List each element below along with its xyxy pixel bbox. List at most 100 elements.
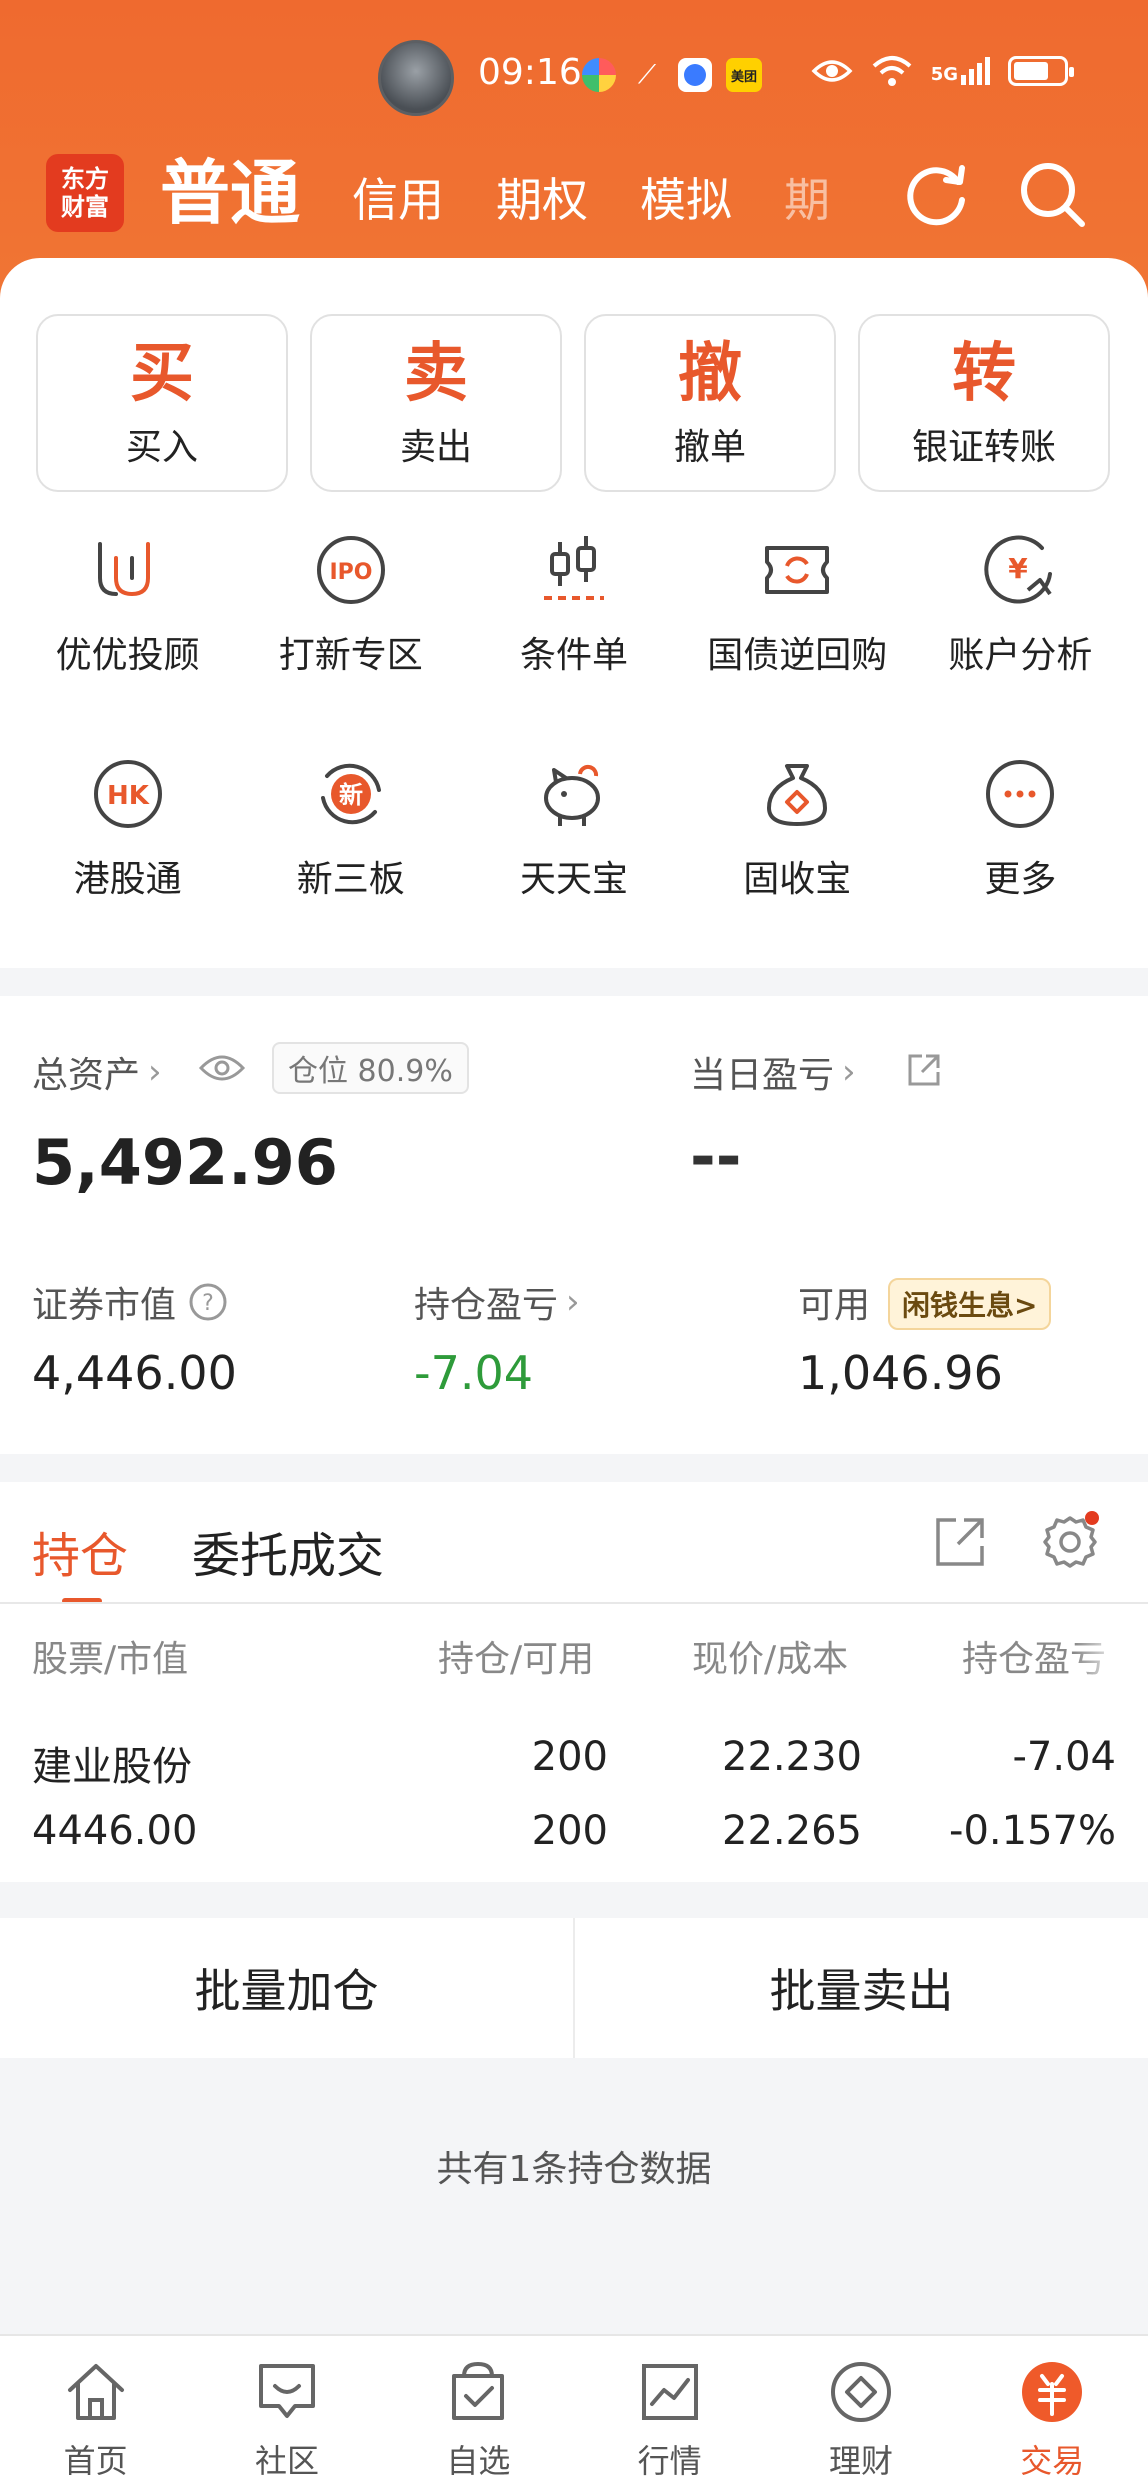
service-uu-advisor[interactable]: 优优投顾	[16, 528, 239, 752]
cancel-glyph: 撤	[678, 337, 742, 411]
stock-position: 200	[531, 1734, 608, 1780]
batch-actions: 批量加仓 批量卖出	[0, 1918, 1148, 2058]
svg-text:新: 新	[339, 781, 363, 809]
batch-sell-button[interactable]: 批量卖出	[575, 1918, 1148, 2058]
status-time: 09:16	[478, 52, 582, 93]
status-app-icons: ⟋ 美团	[582, 58, 762, 92]
market-value-label: 证券市值 ?	[32, 1276, 228, 1328]
wealth-icon	[830, 2362, 891, 2422]
share-icon[interactable]	[932, 1514, 988, 1570]
service-account-analysis[interactable]: ¥ 账户分析	[909, 528, 1132, 752]
col-stock-value: 股票/市值	[32, 1639, 189, 1680]
cancel-label: 撤单	[673, 427, 746, 468]
service-hk-connect[interactable]: HK 港股通	[16, 752, 239, 976]
available-value: 1,046.96	[798, 1346, 1003, 1400]
service-tiantianbao[interactable]: 天天宝	[462, 752, 685, 976]
piggy-bank-icon	[544, 764, 600, 826]
eye-toggle-icon[interactable]	[198, 1048, 246, 1088]
refresh-ticket-icon	[765, 546, 830, 594]
holding-pnl-link[interactable]: 持仓盈亏 ›	[414, 1276, 580, 1328]
service-conditional-order[interactable]: 条件单	[462, 528, 685, 752]
asset-summary: 总资产 › 仓位 80.9% 当日盈亏 › 5,492.96 -- 证券市值 ?…	[0, 996, 1148, 1454]
tab-normal[interactable]: 普通	[160, 140, 300, 250]
cell-signal-icon	[961, 57, 990, 85]
total-assets-link[interactable]: 总资产 ›	[32, 1046, 162, 1098]
battery-icon	[1008, 56, 1074, 86]
holdings-panel: 持仓 委托成交 股票/市值 持仓/可用 现价/成本 持仓盈亏 建业股份 4446…	[0, 1482, 1148, 1882]
buy-label: 买入	[125, 427, 198, 468]
eastmoney-logo: 东方财富	[46, 154, 124, 232]
total-assets-value: 5,492.96	[32, 1126, 338, 1199]
service-new-third-board[interactable]: 新 新三板	[239, 752, 462, 976]
quick-actions: 买 买入 卖 卖出 撤 撤单 转 银证转账	[36, 314, 1112, 492]
refresh-icon[interactable]	[902, 160, 972, 230]
chevron-right-icon: ›	[148, 1052, 162, 1092]
buy-button[interactable]: 买 买入	[36, 314, 288, 492]
settings-gear-icon[interactable]	[1038, 1510, 1102, 1574]
more-icon	[986, 760, 1055, 828]
status-avatar	[378, 40, 454, 116]
search-icon[interactable]	[1018, 160, 1088, 230]
ipo-icon: IPO	[316, 536, 385, 604]
browser-app-icon	[678, 58, 712, 92]
cancel-order-button[interactable]: 撤 撤单	[584, 314, 836, 492]
tab-credit[interactable]: 信用	[352, 164, 444, 250]
bottom-navigation: 首页 社区 自选 行情 理财 交易	[0, 2334, 1148, 2492]
batch-add-button[interactable]: 批量加仓	[0, 1918, 573, 2058]
stock-market-value: 4446.00	[32, 1808, 198, 1854]
service-ipo-zone[interactable]: IPO 打新专区	[239, 528, 462, 752]
bank-transfer-button[interactable]: 转 银证转账	[858, 314, 1110, 492]
idle-cash-promo-badge[interactable]: 闲钱生息>	[888, 1278, 1052, 1330]
stock-pnl: -7.04	[1012, 1734, 1117, 1780]
tab-orders-trades[interactable]: 委托成交	[192, 1516, 384, 1586]
svg-text:HK: HK	[107, 781, 150, 811]
services-grid: 优优投顾 IPO 打新专区 条件单 国债逆回购 ¥ 账户分析 HK 港股通 新 …	[0, 528, 1148, 976]
watchlist-icon	[452, 2361, 505, 2420]
service-more[interactable]: 更多	[909, 752, 1132, 976]
chevron-right-icon: ›	[566, 1282, 580, 1322]
holdings-count-text: 共有1条持仓数据	[436, 2149, 712, 2190]
nav-trade[interactable]: 交易	[957, 2336, 1148, 2492]
sell-label: 卖出	[399, 427, 472, 468]
transfer-label: 银证转账	[911, 427, 1056, 468]
service-gushoubao[interactable]: 固收宝	[686, 752, 909, 976]
tab-positions[interactable]: 持仓	[32, 1516, 128, 1586]
nav-community[interactable]: 社区	[191, 2336, 382, 2492]
nav-home[interactable]: 首页	[0, 2336, 191, 2492]
sell-glyph: 卖	[404, 337, 468, 411]
tab-simulation[interactable]: 模拟	[640, 164, 732, 250]
sell-button[interactable]: 卖 卖出	[310, 314, 562, 492]
app-header: 09:16 ⟋ 美团 5G 东方财富 普通 信用 期权 模拟 期	[0, 0, 1148, 300]
home-icon	[67, 2364, 124, 2420]
tab-futures[interactable]: 期	[784, 164, 830, 250]
trade-main-card: 买 买入 卖 卖出 撤 撤单 转 银证转账 优优投顾 IPO 打新专区 条件单 …	[0, 258, 1148, 968]
service-reverse-repo[interactable]: 国债逆回购	[686, 528, 909, 752]
network-label: 5G	[931, 57, 990, 85]
help-icon[interactable]: ?	[188, 1282, 228, 1322]
svg-text:IPO: IPO	[329, 560, 372, 585]
col-position-available: 持仓/可用	[438, 1639, 595, 1680]
holding-pnl-value: -7.04	[414, 1346, 534, 1400]
nav-market[interactable]: 行情	[574, 2336, 765, 2492]
tab-options[interactable]: 期权	[496, 164, 588, 250]
transfer-glyph: 转	[952, 337, 1016, 411]
stock-available: 200	[531, 1808, 608, 1854]
stock-price: 22.230	[722, 1734, 862, 1780]
external-link-icon[interactable]	[906, 1052, 942, 1088]
svg-text:¥: ¥	[1009, 552, 1029, 585]
nav-wealth[interactable]: 理财	[765, 2336, 956, 2492]
signal-app-icon: ⟋	[637, 59, 657, 90]
daily-pnl-value: --	[690, 1120, 742, 1193]
available-label: 可用	[798, 1285, 871, 1326]
status-bar: 09:16 ⟋ 美团 5G	[0, 38, 1148, 118]
uu-icon	[97, 542, 150, 597]
notification-dot	[1085, 1511, 1099, 1525]
candlestick-icon	[544, 536, 604, 600]
stock-pnl-percent: -0.157%	[949, 1808, 1116, 1854]
money-bag-icon	[767, 764, 828, 826]
daily-pnl-link[interactable]: 当日盈亏 ›	[690, 1046, 856, 1098]
market-icon	[641, 2364, 698, 2420]
tab-divider	[0, 1602, 1148, 1604]
nav-watchlist[interactable]: 自选	[383, 2336, 574, 2492]
market-value: 4,446.00	[32, 1346, 237, 1400]
